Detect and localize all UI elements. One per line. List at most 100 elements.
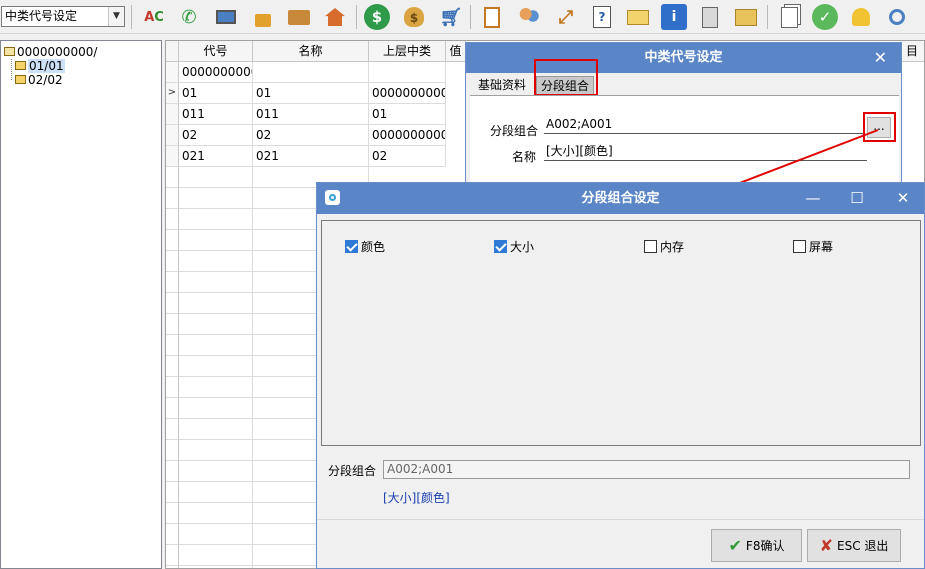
bell-icon[interactable] [848, 4, 874, 30]
dialog-title-bar[interactable]: 分段组合设定 — ☐ ✕ [317, 183, 924, 214]
close-icon[interactable]: ✕ [893, 189, 913, 207]
money-bag-icon[interactable]: $ [401, 4, 427, 30]
current-row-indicator[interactable]: > [166, 83, 179, 104]
tree-node-root[interactable]: 0000000000/ [4, 44, 97, 59]
cell-code[interactable]: 0000000000 [179, 62, 253, 83]
module-select[interactable]: 中类代号设定 ▼ [1, 6, 125, 27]
cell-name[interactable] [253, 62, 369, 83]
exit-label: ESC 退出 [837, 539, 889, 553]
checkbox-label: 大小 [510, 240, 535, 254]
column-header-item[interactable]: 目 [899, 41, 924, 62]
checkbox-label: 颜色 [361, 240, 386, 254]
cell-parent[interactable] [369, 62, 446, 83]
cell-code[interactable]: 021 [179, 146, 253, 167]
row-header[interactable] [166, 146, 179, 167]
folder-icon [15, 61, 26, 70]
toolbar-separator [131, 5, 132, 29]
users-icon[interactable] [516, 4, 542, 30]
highlight-box [534, 59, 598, 96]
checkbox-color[interactable]: 颜色 [345, 238, 385, 255]
check-icon: ✔ [728, 536, 742, 555]
transfer-icon[interactable]: ⤢ [553, 4, 579, 30]
segment-options-panel: 颜色 大小 内存 屏幕 [321, 220, 921, 446]
envelope-icon[interactable] [625, 4, 651, 30]
tree-connector [11, 59, 12, 80]
cell-parent[interactable]: 01 [369, 104, 446, 125]
cell-code[interactable]: 011 [179, 104, 253, 125]
cell-code[interactable]: 01 [179, 83, 253, 104]
clipboard-icon[interactable] [479, 4, 505, 30]
column-header-value[interactable]: 值 [446, 41, 466, 62]
maximize-icon[interactable]: ☐ [847, 189, 867, 207]
search-icon[interactable] [884, 4, 910, 30]
segment-field[interactable]: A002;A001 [383, 460, 910, 479]
checkbox-label: 内存 [660, 240, 685, 254]
confirm-label: F8确认 [745, 539, 785, 553]
tree-node-01[interactable]: 01/01 [15, 58, 65, 73]
phone-icon[interactable]: ✆ [176, 4, 202, 30]
cell-parent[interactable]: 0000000000 [369, 83, 446, 104]
column-header-code[interactable]: 代号 [179, 41, 253, 62]
documents-icon[interactable] [776, 4, 802, 30]
segment-label: 分段组合 [328, 464, 377, 478]
module-select-value: 中类代号设定 [5, 9, 78, 23]
dialog-title: 分段组合设定 [581, 191, 660, 206]
cell-name[interactable]: 021 [253, 146, 369, 167]
calculator-icon[interactable] [697, 4, 723, 30]
confirm-button[interactable]: ✔ F8确认 [711, 529, 802, 562]
cell-name[interactable]: 01 [253, 83, 369, 104]
toolbar-separator [470, 5, 471, 29]
footer-divider [317, 519, 924, 520]
folder-icon [15, 75, 26, 84]
row-header[interactable] [166, 125, 179, 146]
row-header[interactable] [166, 62, 179, 83]
cell-parent[interactable]: 0000000000 [369, 125, 446, 146]
dialog-title: 中类代号设定 [644, 50, 723, 65]
row-header[interactable] [166, 104, 179, 125]
grid-line [178, 167, 179, 568]
grid-line [252, 167, 253, 568]
dialog-title-bar[interactable]: 中类代号设定 [466, 43, 901, 73]
info-icon[interactable]: i [661, 4, 687, 30]
checkbox-screen[interactable]: 屏幕 [793, 238, 833, 255]
toolbar-separator [767, 5, 768, 29]
briefcase-icon[interactable] [286, 4, 312, 30]
checkbox-size[interactable]: 大小 [494, 238, 534, 255]
cell-name[interactable]: 011 [253, 104, 369, 125]
tree-node-label: 01/01 [28, 58, 65, 73]
grid-corner [166, 41, 179, 62]
checkbox-unchecked-icon [793, 240, 806, 253]
monitor-icon[interactable] [213, 4, 239, 30]
exit-button[interactable]: ✘ ESC 退出 [807, 529, 901, 562]
toolbar: 中类代号设定 ▼ AC ✆ $ $ 🛒︎ ⤢ ? i ✓ [0, 0, 925, 34]
column-header-name[interactable]: 名称 [253, 41, 369, 62]
name-preview: [大小][颜色] [383, 491, 450, 505]
checkbox-memory[interactable]: 内存 [644, 238, 684, 255]
help-document-icon[interactable]: ? [589, 4, 615, 30]
checkbox-checked-icon [494, 240, 507, 253]
tree-node-02[interactable]: 02/02 [15, 72, 63, 87]
checkbox-checked-icon [345, 240, 358, 253]
minimize-icon[interactable]: — [803, 189, 823, 207]
close-icon[interactable]: ✕ [874, 48, 887, 68]
open-folder-icon [4, 47, 15, 56]
folder-icon[interactable] [733, 4, 759, 30]
check-icon[interactable]: ✓ [812, 4, 838, 30]
shopping-cart-icon[interactable]: 🛒︎ [438, 4, 464, 30]
checkbox-label: 屏幕 [809, 240, 834, 254]
close-icon: ✘ [819, 536, 833, 555]
name-label: 名称 [512, 150, 537, 164]
chevron-down-icon[interactable]: ▼ [108, 7, 124, 26]
cell-code[interactable]: 02 [179, 125, 253, 146]
checkbox-unchecked-icon [644, 240, 657, 253]
cell-parent[interactable]: 02 [369, 146, 446, 167]
toolbar-separator [356, 5, 357, 29]
tab-basic-info[interactable]: 基础资料 [474, 76, 530, 95]
cell-name[interactable]: 02 [253, 125, 369, 146]
home-icon[interactable] [322, 4, 348, 30]
lock-icon[interactable] [250, 4, 276, 30]
column-header-parent[interactable]: 上层中类 [369, 41, 446, 62]
tree-node-label: 02/02 [28, 72, 63, 87]
dollar-coin-icon[interactable]: $ [364, 4, 390, 30]
abc-spellcheck-icon[interactable]: AC [141, 4, 167, 30]
